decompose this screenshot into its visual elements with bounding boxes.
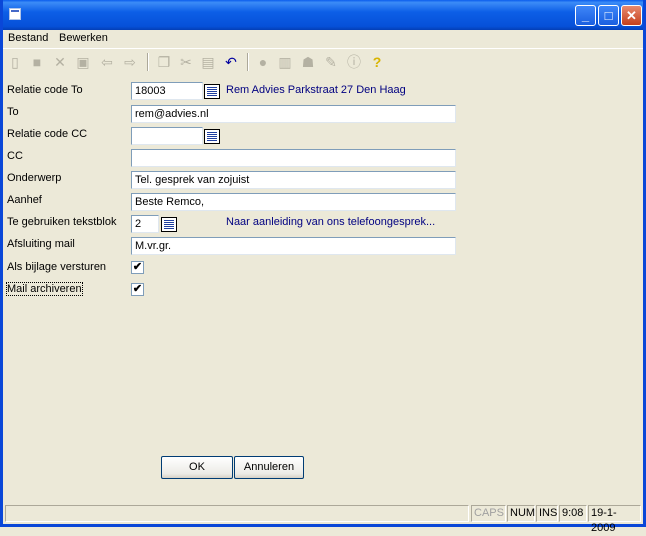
saveas-icon[interactable]: ▣ xyxy=(75,54,91,70)
relatie-cc-lookup-icon[interactable] xyxy=(204,129,220,144)
edit-icon[interactable]: ✎ xyxy=(323,54,339,70)
status-bar: CAPS NUM INS 9:08 19-1-2009 xyxy=(3,503,643,534)
help-icon[interactable]: ? xyxy=(369,54,385,70)
tekstblok-input[interactable]: 2 xyxy=(131,215,159,233)
relatie-code-cc-label: Relatie code CC xyxy=(7,128,88,140)
tekstblok-lookup-icon[interactable] xyxy=(161,217,177,232)
tekstblok-info: Naar aanleiding van ons telefoongesprek.… xyxy=(226,216,436,228)
undo-icon[interactable]: ↶ xyxy=(223,54,239,70)
relatie-code-cc-input[interactable] xyxy=(131,127,203,145)
onderwerp-label: Onderwerp xyxy=(7,172,62,184)
afsluiting-input[interactable]: M.vr.gr. xyxy=(131,237,456,255)
window-icon xyxy=(9,8,21,20)
delete-icon[interactable]: ✕ xyxy=(52,54,68,70)
save-icon[interactable]: ■ xyxy=(29,54,45,70)
close-button[interactable]: ✕ xyxy=(621,5,642,26)
menu-bestand[interactable]: Bestand xyxy=(8,32,48,44)
bijlage-checkbox[interactable]: ✔ xyxy=(131,261,144,274)
num-indicator: NUM xyxy=(507,505,535,522)
cc-label: CC xyxy=(7,150,23,162)
status-message-panel xyxy=(5,505,469,522)
menu-bar: Bestand Bewerken xyxy=(3,30,643,49)
relatie-to-info: Rem Advies Parkstraat 27 Den Haag xyxy=(226,84,406,96)
status-date: 19-1-2009 xyxy=(588,505,641,534)
find-icon[interactable]: ● xyxy=(255,54,271,70)
paste-icon[interactable]: ▤ xyxy=(200,54,216,70)
toolbar-separator xyxy=(147,53,149,71)
info-icon[interactable]: ⓘ xyxy=(346,54,362,70)
onderwerp-input[interactable]: Tel. gesprek van zojuist xyxy=(131,171,456,189)
forward-icon[interactable]: ⇨ xyxy=(122,54,138,70)
print-icon[interactable]: ▥ xyxy=(277,54,293,70)
back-icon[interactable]: ⇦ xyxy=(99,54,115,70)
archiveren-label: Mail archiveren xyxy=(6,282,83,296)
bijlage-label: Als bijlage versturen xyxy=(7,261,107,273)
afsluiting-label: Afsluiting mail xyxy=(7,238,75,250)
caps-indicator: CAPS xyxy=(471,505,506,522)
toolbar-separator xyxy=(247,53,249,71)
user-icon[interactable]: ☗ xyxy=(300,54,316,70)
annuleren-button[interactable]: Annuleren xyxy=(234,456,304,479)
archiveren-checkbox[interactable]: ✔ xyxy=(131,283,144,296)
status-time: 9:08 xyxy=(559,505,587,522)
toolbar: ▯ ■ ✕ ▣ ⇦ ⇨ ❐ ✂ ▤ ↶ ● ▥ ☗ ✎ ⓘ ? xyxy=(3,49,643,75)
relatie-code-to-input[interactable]: 18003 xyxy=(131,82,203,100)
new-icon[interactable]: ▯ xyxy=(7,54,23,70)
maximize-button[interactable]: □ xyxy=(598,5,619,26)
to-label: To xyxy=(7,106,19,118)
to-input[interactable]: rem@advies.nl xyxy=(131,105,456,123)
minimize-button[interactable]: _ xyxy=(575,5,596,26)
aanhef-label: Aanhef xyxy=(7,194,42,206)
menu-bewerken[interactable]: Bewerken xyxy=(59,32,108,44)
ok-button[interactable]: OK xyxy=(161,456,233,479)
cc-input[interactable] xyxy=(131,149,456,167)
cut-icon[interactable]: ✂ xyxy=(178,54,194,70)
relatie-to-lookup-icon[interactable] xyxy=(204,84,220,99)
tekstblok-label: Te gebruiken tekstblok xyxy=(7,216,117,228)
copy-icon[interactable]: ❐ xyxy=(156,54,172,70)
ins-indicator: INS xyxy=(536,505,558,522)
application-window: _ □ ✕ Bestand Bewerken ▯ ■ ✕ ▣ ⇦ ⇨ ❐ ✂ ▤… xyxy=(0,0,646,534)
aanhef-input[interactable]: Beste Remco, xyxy=(131,193,456,211)
relatie-code-to-label: Relatie code To xyxy=(7,84,83,96)
title-bar[interactable]: _ □ ✕ xyxy=(3,0,643,30)
